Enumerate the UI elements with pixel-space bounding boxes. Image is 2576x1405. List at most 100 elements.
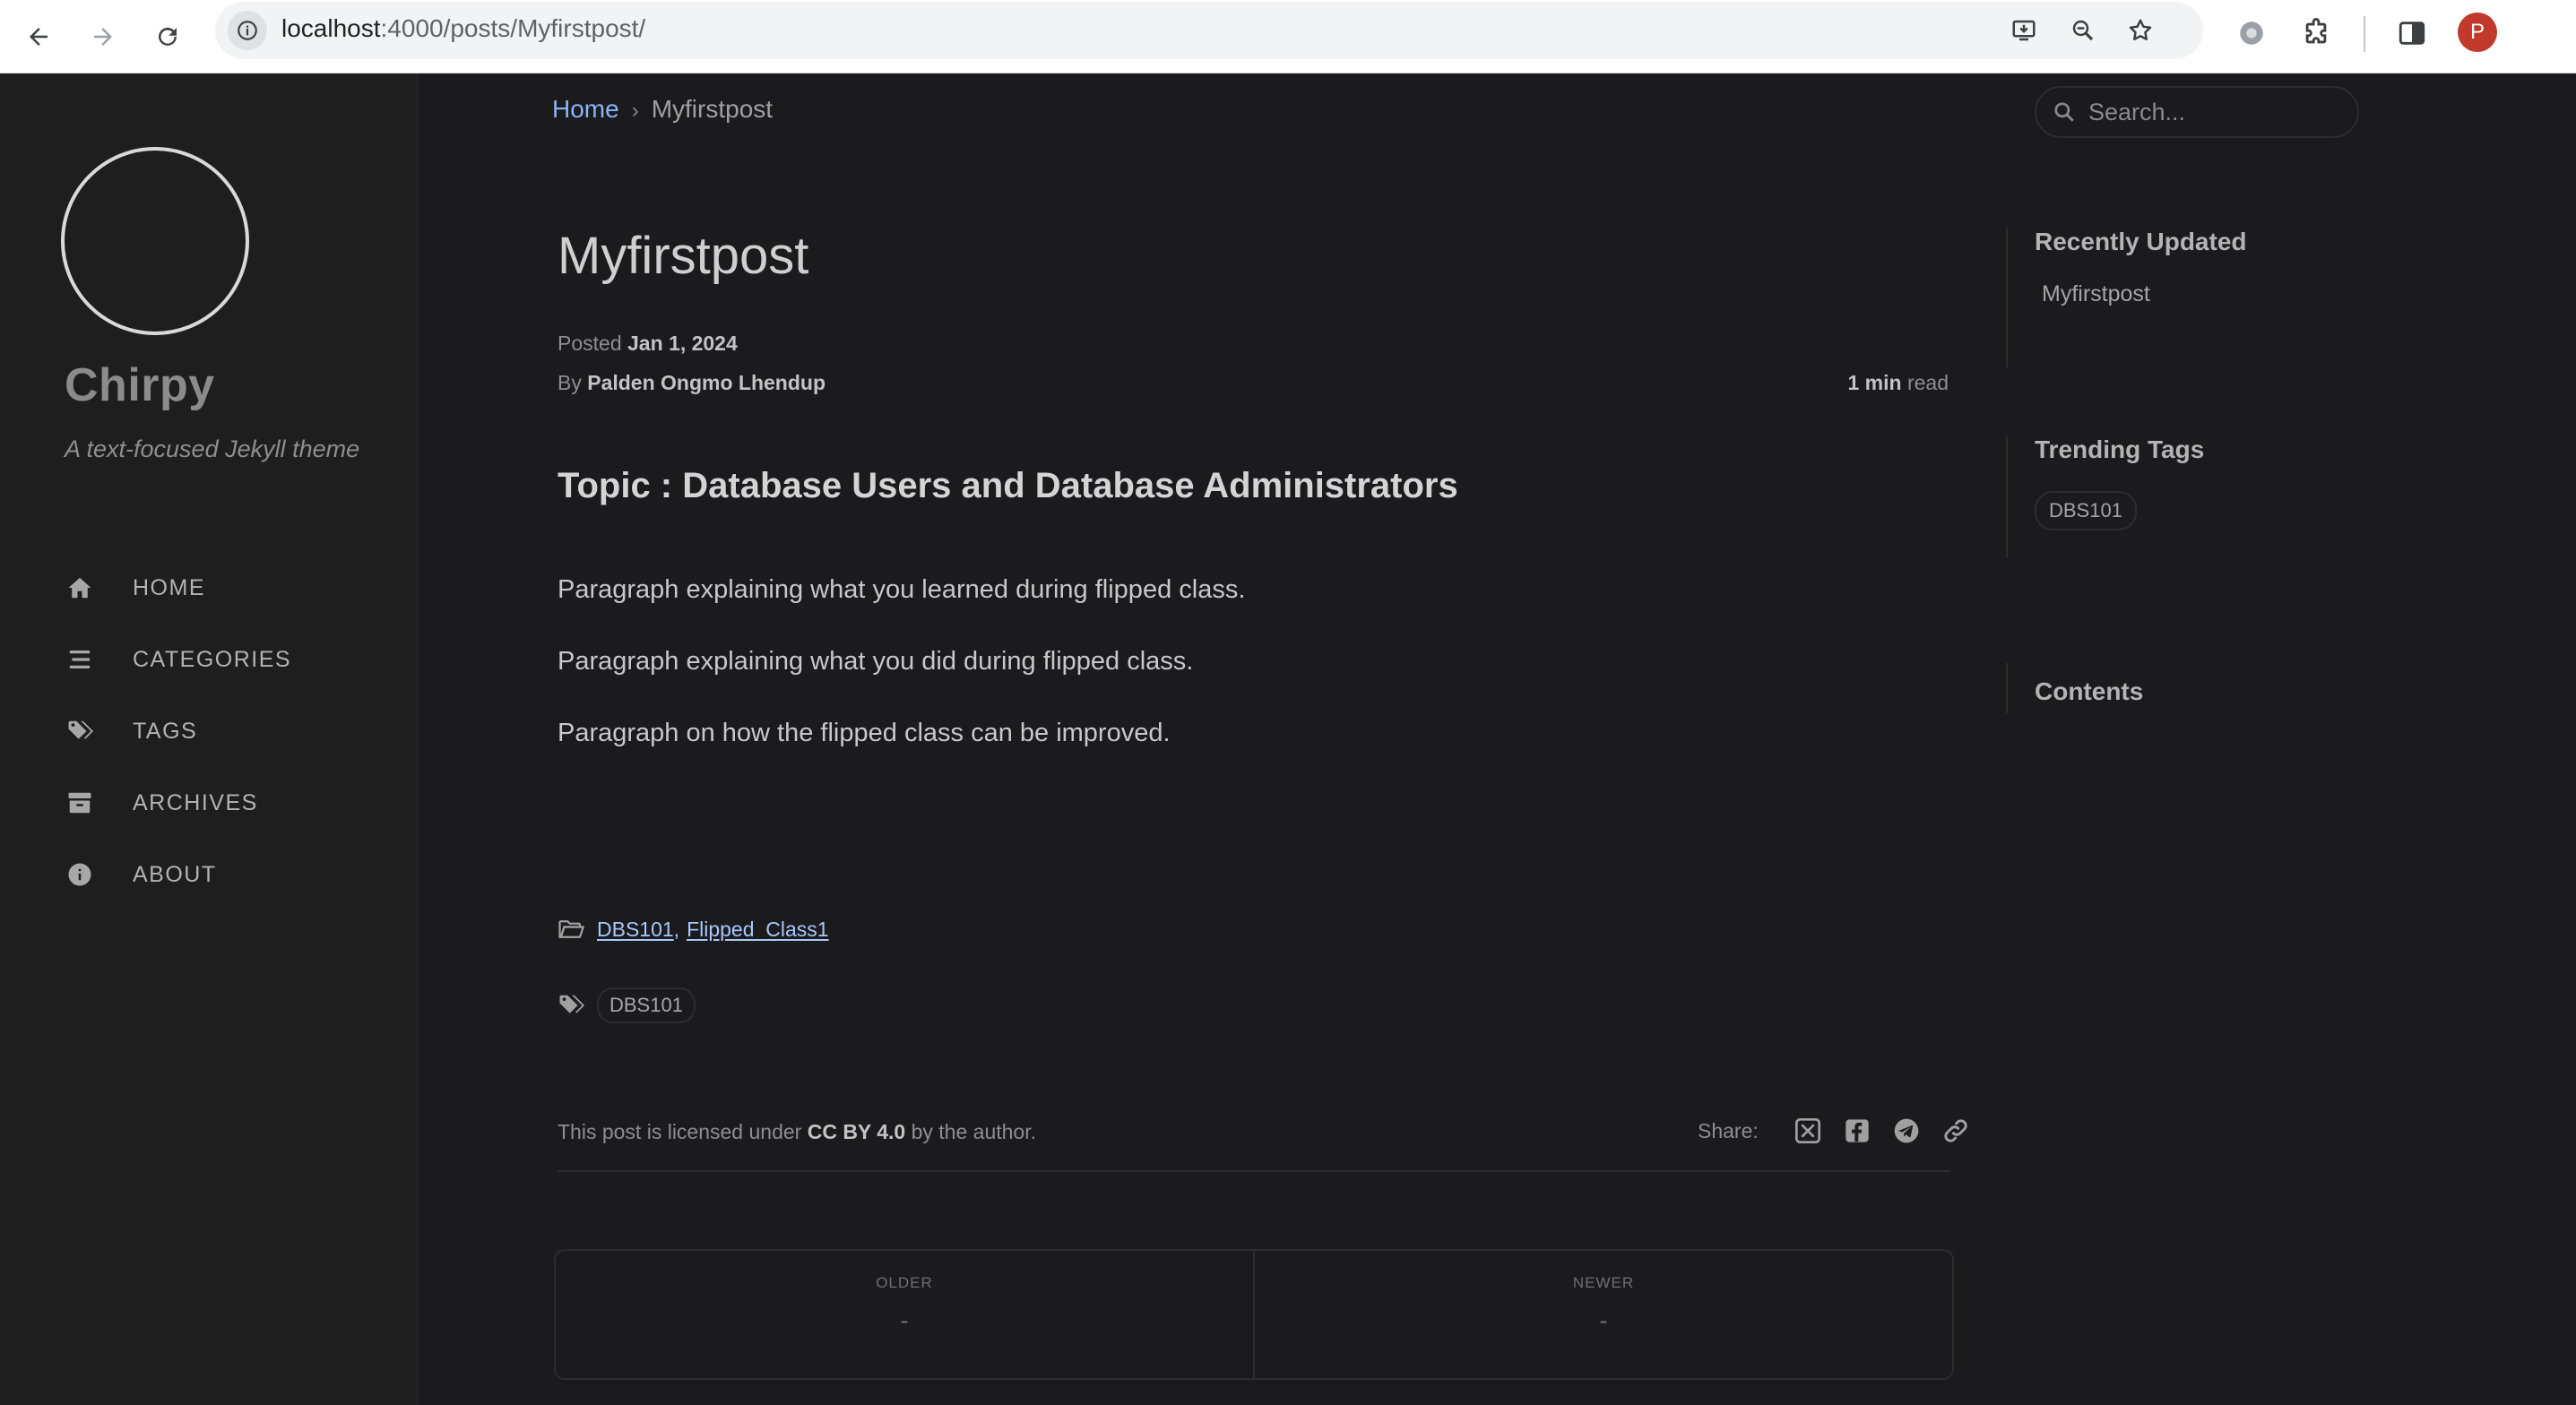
nav-item-categories[interactable]: CATEGORIES	[65, 634, 387, 685]
url-text[interactable]: localhost:4000/posts/Myfirstpost/	[281, 14, 645, 43]
nav-item-tags[interactable]: TAGS	[65, 706, 387, 756]
telegram-icon	[1894, 1118, 1919, 1143]
post-title: Myfirstpost	[558, 227, 809, 285]
tag-pill[interactable]: DBS101	[597, 987, 696, 1023]
url-host: localhost	[281, 14, 381, 42]
read-time-label: read	[1906, 371, 1949, 394]
post-navigation: OLDER - NEWER -	[554, 1249, 1954, 1380]
browser-toolbar: localhost:4000/posts/Myfirstpost/ P	[0, 0, 2576, 73]
extensions-menu-button[interactable]	[2294, 11, 2338, 56]
post-author[interactable]: Palden Ongmo Lhendup	[587, 371, 826, 394]
profile-avatar-button[interactable]: P	[2458, 13, 2497, 52]
nav-item-about[interactable]: ABOUT	[65, 849, 387, 900]
nav-label: TAGS	[133, 718, 198, 744]
share-x-button[interactable]	[1792, 1115, 1824, 1147]
side-panel-button[interactable]	[2390, 11, 2434, 56]
read-time: 1 min read	[1847, 371, 1949, 395]
trending-tags-panel: Trending Tags DBS101	[2006, 435, 2204, 557]
tags-icon	[65, 716, 95, 746]
recently-updated-title: Recently Updated	[2035, 228, 2247, 255]
category-link[interactable]: DBS101	[597, 918, 674, 942]
license-suffix: by the author.	[911, 1120, 1036, 1143]
address-bar[interactable]: localhost:4000/posts/Myfirstpost/	[215, 2, 2203, 59]
category-link[interactable]: Flipped_Class1	[687, 918, 829, 942]
license-line: This post is licensed under CC BY 4.0 by…	[558, 1120, 1036, 1144]
forward-button[interactable]	[77, 11, 129, 63]
breadcrumb: Home › Myfirstpost	[552, 95, 773, 124]
older-post-link[interactable]: OLDER -	[556, 1251, 1253, 1378]
arrow-right-icon	[94, 28, 112, 46]
post-tags: DBS101	[558, 987, 696, 1023]
recent-post-link[interactable]: Myfirstpost	[2042, 281, 2247, 307]
url-path: :4000/posts/Myfirstpost/	[380, 14, 646, 42]
older-caption: OLDER	[876, 1274, 933, 1291]
link-icon	[1944, 1119, 1967, 1142]
posted-label: Posted	[558, 332, 622, 355]
copy-link-button[interactable]	[1940, 1115, 1972, 1147]
nav-label: ABOUT	[133, 861, 217, 887]
archive-icon	[65, 788, 95, 818]
breadcrumb-home-link[interactable]: Home	[552, 95, 619, 123]
info-icon	[238, 21, 257, 40]
toolbar-separator	[2364, 16, 2365, 52]
sidebar: Chirpy A text-focused Jekyll theme HOME …	[0, 73, 418, 1405]
post-paragraph: Paragraph explaining what you did during…	[558, 647, 1194, 676]
arrow-left-icon	[30, 28, 48, 46]
recently-updated-panel: Recently Updated Myfirstpost	[2006, 228, 2247, 367]
install-icon	[2012, 20, 2036, 41]
nav-label: HOME	[133, 574, 205, 600]
share-label: Share:	[1698, 1118, 1759, 1142]
nav-label: CATEGORIES	[133, 646, 292, 672]
newer-caption: NEWER	[1572, 1274, 1635, 1291]
stream-icon	[65, 644, 95, 675]
site-title[interactable]: Chirpy	[65, 358, 215, 412]
post-date-line: Posted Jan 1, 2024	[558, 332, 738, 356]
info-circle-icon	[65, 859, 95, 890]
newer-post-link[interactable]: NEWER -	[1253, 1251, 1952, 1378]
folder-open-icon	[558, 920, 584, 938]
post-heading: Topic : Database Users and Database Admi…	[558, 466, 1458, 505]
bookmark-button[interactable]	[2122, 13, 2158, 48]
nav-item-home[interactable]: HOME	[65, 563, 387, 613]
reload-icon	[159, 27, 177, 46]
site-info-button[interactable]	[228, 11, 267, 50]
license-prefix: This post is licensed under	[558, 1120, 802, 1143]
extension-button[interactable]	[2229, 11, 2274, 56]
nav-label: ARCHIVES	[133, 789, 258, 815]
tags-icon	[559, 995, 584, 1013]
nav-item-archives[interactable]: ARCHIVES	[65, 778, 387, 828]
posted-date: Jan 1, 2024	[627, 332, 738, 355]
toc-panel: Contents	[2006, 663, 2143, 713]
x-twitter-icon	[1794, 1118, 1820, 1143]
share-facebook-button[interactable]	[1841, 1115, 1873, 1147]
back-button[interactable]	[13, 11, 65, 63]
home-icon	[65, 573, 95, 603]
site-subtitle: A text-focused Jekyll theme	[65, 435, 360, 462]
zoom-icon	[2072, 20, 2094, 41]
content-divider	[558, 1170, 1950, 1172]
breadcrumb-current: Myfirstpost	[651, 95, 774, 123]
share-telegram-button[interactable]	[1890, 1115, 1923, 1147]
search-box[interactable]	[2035, 86, 2359, 138]
reload-button[interactable]	[142, 11, 194, 63]
puzzle-icon	[2305, 18, 2327, 44]
by-label: By	[558, 371, 582, 394]
zoom-button[interactable]	[2065, 13, 2101, 48]
license-link[interactable]: CC BY 4.0	[808, 1120, 906, 1143]
install-app-button[interactable]	[2006, 13, 2042, 48]
read-time-value: 1 min	[1847, 371, 1902, 394]
trending-tag-pill[interactable]: DBS101	[2035, 491, 2137, 530]
site-avatar[interactable]	[61, 147, 249, 335]
post-categories: DBS101, Flipped_Class1	[558, 916, 829, 943]
older-value: -	[900, 1306, 909, 1334]
breadcrumb-separator: ›	[631, 99, 639, 123]
star-icon	[2129, 19, 2152, 40]
side-panel-icon	[2399, 22, 2425, 45]
toc-title: Contents	[2035, 677, 2144, 705]
facebook-icon	[1846, 1119, 1869, 1142]
search-input[interactable]	[2087, 97, 2347, 127]
search-icon	[2054, 102, 2074, 122]
post-paragraph: Paragraph on how the flipped class can b…	[558, 719, 1171, 747]
newer-value: -	[1599, 1306, 1608, 1334]
trending-tags-title: Trending Tags	[2035, 435, 2205, 463]
